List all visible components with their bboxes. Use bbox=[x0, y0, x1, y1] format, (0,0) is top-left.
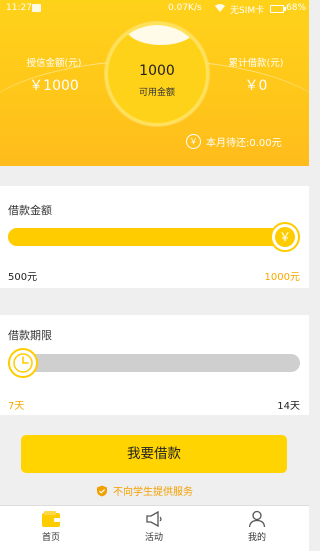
sim-status: 无SIM卡 bbox=[230, 6, 265, 16]
cumulative-loan-label: 累计借款(元) bbox=[228, 58, 284, 69]
yuan-coin-icon: ￥ bbox=[186, 133, 201, 149]
notification-icon bbox=[32, 4, 41, 12]
tab-activity-label: 活动 bbox=[144, 533, 163, 543]
monthly-due-text: 本月待还:0.00元 bbox=[206, 137, 282, 149]
available-amount-label: 可用金额 bbox=[138, 88, 175, 98]
loan-amount-slider[interactable] bbox=[8, 228, 300, 246]
person-icon bbox=[248, 510, 266, 528]
tab-profile-label: 我的 bbox=[247, 533, 266, 543]
bottom-tab-bar: 首页 活动 我的 bbox=[0, 505, 309, 551]
credit-amount-value: ￥1000 bbox=[29, 78, 79, 94]
tab-home-label: 首页 bbox=[41, 533, 60, 543]
wallet-icon bbox=[42, 511, 60, 527]
student-notice: 不向学生提供服务 bbox=[96, 483, 193, 498]
yuan-icon: ￥ bbox=[275, 227, 295, 247]
megaphone-icon bbox=[146, 510, 162, 528]
loan-term-title: 借款期限 bbox=[8, 329, 52, 342]
clock-icon bbox=[13, 353, 33, 373]
status-time: 11:27 bbox=[6, 3, 32, 13]
loan-term-card: 借款期限 7天 14天 bbox=[0, 315, 309, 415]
tab-home[interactable]: 首页 bbox=[21, 510, 81, 543]
loan-amount-slider-handle[interactable]: ￥ bbox=[270, 222, 300, 252]
shield-icon bbox=[97, 485, 107, 496]
loan-amount-card: 借款金额 ￥ 500元 1000元 bbox=[0, 186, 309, 288]
loan-amount-slider-fill bbox=[8, 228, 300, 246]
loan-amount-min: 500元 bbox=[8, 272, 38, 283]
loan-term-slider[interactable] bbox=[8, 354, 300, 372]
loan-term-min: 7天 bbox=[8, 401, 25, 412]
battery-percent: 68% bbox=[286, 3, 307, 13]
cumulative-loan-block: 累计借款(元) ￥0 bbox=[216, 55, 296, 95]
available-amount-circle: 1000 可用金额 bbox=[105, 22, 209, 126]
loan-amount-max: 1000元 bbox=[264, 272, 300, 283]
wifi-icon bbox=[214, 3, 226, 16]
tab-profile[interactable]: 我的 bbox=[227, 510, 287, 543]
borrow-button[interactable]: 我要借款 bbox=[21, 435, 287, 473]
student-notice-text: 不向学生提供服务 bbox=[113, 487, 193, 498]
available-amount-value: 1000 bbox=[139, 63, 175, 79]
loan-amount-title: 借款金额 bbox=[8, 204, 52, 217]
circle-highlight bbox=[126, 25, 196, 45]
status-bar: 11:27 0.07K/s 无SIM卡 68% bbox=[0, 0, 309, 18]
battery-icon bbox=[270, 5, 286, 13]
loan-term-max: 14天 bbox=[277, 401, 300, 412]
loan-term-slider-handle[interactable] bbox=[8, 348, 38, 378]
monthly-due[interactable]: ￥ 本月待还:0.00元 bbox=[186, 133, 282, 149]
network-speed: 0.07K/s bbox=[168, 3, 202, 13]
cumulative-loan-value: ￥0 bbox=[244, 78, 268, 94]
credit-amount-block: 授信金额(元) ￥1000 bbox=[14, 55, 94, 95]
tab-activity[interactable]: 活动 bbox=[124, 510, 184, 543]
credit-amount-label: 授信金额(元) bbox=[26, 58, 82, 69]
